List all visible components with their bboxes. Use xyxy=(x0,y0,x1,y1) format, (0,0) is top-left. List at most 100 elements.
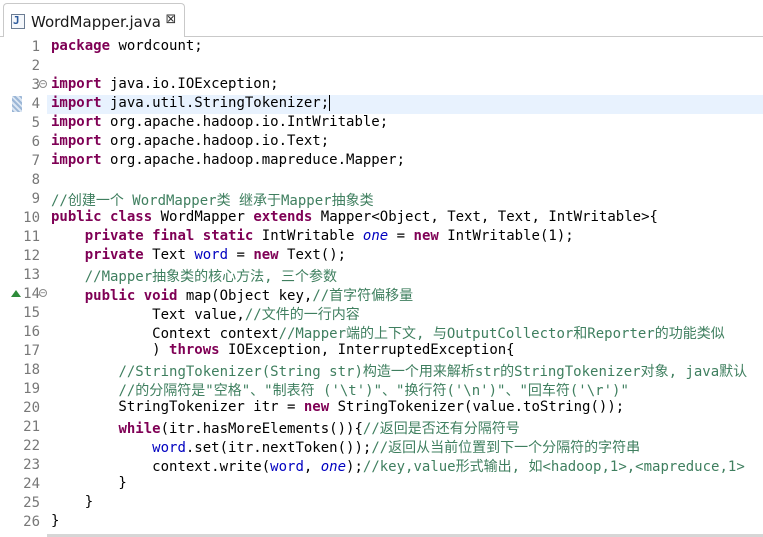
code-text: org.apache.hadoop.io.IntWritable; xyxy=(101,114,389,130)
code-line[interactable]: //Mapper抽象类的核心方法, 三个参数 xyxy=(51,266,337,285)
code-editor[interactable]: package wordcount; import java.io.IOExcep… xyxy=(0,37,763,537)
code-text: Context context xyxy=(51,326,279,342)
line-number: 10 xyxy=(23,210,40,226)
code-line[interactable]: StringTokenizer itr = new StringTokenize… xyxy=(51,399,624,418)
line-number: 22 xyxy=(23,438,40,454)
code-line[interactable]: } xyxy=(51,494,93,513)
code-line[interactable]: import java.io.IOException; xyxy=(51,76,279,95)
code-keyword: final xyxy=(152,228,195,244)
code-line[interactable]: import org.apache.hadoop.mapreduce.Mappe… xyxy=(51,152,405,171)
code-line[interactable]: ) throws IOException, InterruptedExcepti… xyxy=(51,342,514,361)
line-number: 25 xyxy=(23,495,40,511)
code-text: org.apache.hadoop.mapreduce.Mapper; xyxy=(101,152,406,168)
code-keyword: package xyxy=(51,38,111,54)
code-field: one xyxy=(362,228,389,244)
code-text: = xyxy=(228,247,254,263)
code-keyword: private xyxy=(84,228,144,244)
code-text: Text(); xyxy=(278,247,347,263)
code-field: word xyxy=(152,440,186,456)
code-text: Text xyxy=(143,247,195,263)
code-line[interactable]: word.set(itr.nextToken());//返回从当前位置到下一个分… xyxy=(51,437,640,456)
code-keyword: import xyxy=(51,152,102,168)
line-number: 17 xyxy=(23,343,40,359)
code-keyword: new xyxy=(253,247,279,263)
code-keyword: import xyxy=(51,76,102,92)
code-keyword: void xyxy=(143,288,178,304)
code-keyword: throws xyxy=(169,342,220,358)
code-text: WordMapper xyxy=(152,209,254,225)
code-text: IntWritable(1); xyxy=(438,228,574,244)
code-line[interactable]: private final static IntWritable one = n… xyxy=(51,228,574,247)
code-line[interactable]: import org.apache.hadoop.io.Text; xyxy=(51,133,329,152)
code-keyword: import xyxy=(51,133,102,149)
fold-toggle-icon[interactable]: − xyxy=(39,289,47,297)
code-line[interactable]: import java.util.StringTokenizer; xyxy=(51,95,331,114)
code-comment: //返回从当前位置到下一个分隔符的字符串 xyxy=(371,440,641,456)
code-keyword: extends xyxy=(253,209,313,225)
code-line[interactable]: Text value,//文件的一行内容 xyxy=(51,304,360,323)
code-keyword: public xyxy=(84,288,136,304)
line-number: 23 xyxy=(23,457,40,473)
line-number: 15 xyxy=(23,305,40,321)
code-text: map(Object key, xyxy=(177,288,313,304)
line-number: 19 xyxy=(23,381,40,397)
line-number: 1 xyxy=(31,39,40,55)
code-keyword: public xyxy=(51,209,102,225)
code-line[interactable]: private Text word = new Text(); xyxy=(51,247,346,266)
line-number: 16 xyxy=(23,324,40,340)
line-number: 26 xyxy=(23,514,40,530)
code-text: } xyxy=(51,475,127,491)
line-number: 21 xyxy=(23,419,40,435)
code-line[interactable]: context.write(word, one);//key,value形式输出… xyxy=(51,456,745,475)
code-line[interactable]: public class WordMapper extends Mapper<O… xyxy=(51,209,658,228)
code-line[interactable]: //创建一个 WordMapper类 继承于Mapper抽象类 xyxy=(51,190,374,209)
code-comment: //文件的一行内容 xyxy=(244,307,360,323)
code-keyword: new xyxy=(413,228,439,244)
code-line[interactable]: //StringTokenizer(String str)构造一个用来解析str… xyxy=(51,361,747,380)
code-line[interactable]: } xyxy=(51,475,127,494)
line-number: 7 xyxy=(31,153,40,169)
code-text: org.apache.hadoop.io.Text; xyxy=(101,133,330,149)
code-keyword: while xyxy=(118,421,161,437)
editor-tab-bar: J WordMapper.java ⊠ xyxy=(0,0,763,37)
fold-toggle-icon[interactable]: − xyxy=(39,80,47,88)
code-text: wordcount; xyxy=(110,38,203,54)
code-text: StringTokenizer itr = xyxy=(51,399,304,415)
code-text: IntWritable xyxy=(253,228,363,244)
line-number: 18 xyxy=(23,362,40,378)
code-field: one xyxy=(320,459,347,475)
code-line[interactable]: package wordcount; xyxy=(51,38,203,57)
code-line[interactable]: //的分隔符是"空格"、"制表符 ('\t')"、"换行符('\n')"、"回车… xyxy=(51,380,628,399)
code-keyword: static xyxy=(202,228,254,244)
code-text: .set(itr.nextToken()); xyxy=(185,440,372,456)
text-cursor xyxy=(329,95,331,111)
code-line[interactable]: import org.apache.hadoop.io.IntWritable; xyxy=(51,114,388,133)
code-line[interactable]: Context context//Mapper端的上下文, 与OutputCol… xyxy=(51,323,725,342)
close-tab-icon[interactable]: ⊠ xyxy=(164,12,178,28)
overview-ruler xyxy=(0,37,10,537)
code-line[interactable]: public void map(Object key,//首字符偏移量 xyxy=(51,285,413,304)
code-keyword: import xyxy=(51,114,102,130)
code-line[interactable]: while(itr.hasMoreElements()){//返回是否还有分隔符… xyxy=(51,418,519,437)
code-text: StringTokenizer(value.toString()); xyxy=(329,399,625,415)
edit-marker-icon xyxy=(12,96,22,112)
java-file-icon: J xyxy=(11,14,25,29)
line-number: 6 xyxy=(31,134,40,150)
code-line[interactable]: } xyxy=(51,513,59,532)
tab-wordmapper-java[interactable]: J WordMapper.java ⊠ xyxy=(3,3,185,37)
code-text: Mapper<Object, Text, Text, IntWritable>{ xyxy=(312,209,658,225)
code-keyword: private xyxy=(84,247,144,263)
line-number: 24 xyxy=(23,476,40,492)
line-number: 5 xyxy=(31,115,40,131)
line-number: 8 xyxy=(31,172,40,188)
code-text: (itr.hasMoreElements()){ xyxy=(160,421,363,437)
code-text: Text value, xyxy=(51,307,245,323)
